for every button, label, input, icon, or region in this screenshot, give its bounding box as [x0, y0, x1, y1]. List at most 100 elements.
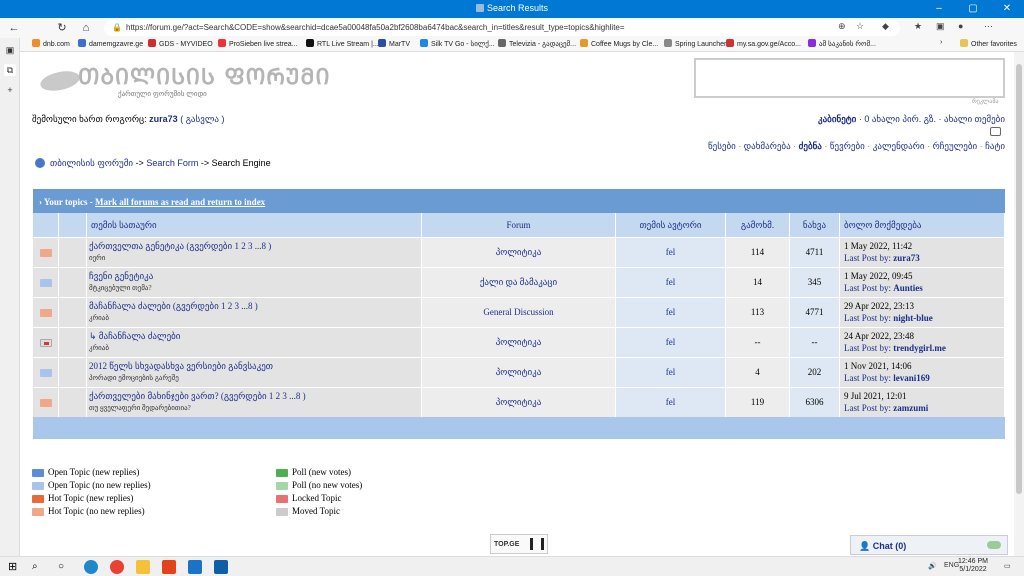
topic-pages[interactable]: (გვერდები 1 2 3 ...8 ): [184, 241, 271, 251]
favorite-star-icon[interactable]: ☆: [856, 21, 864, 32]
topic-starter-link[interactable]: fel: [616, 358, 726, 387]
topic-starter-link[interactable]: fel: [616, 298, 726, 327]
last-poster-link[interactable]: trendygirl.me: [893, 343, 946, 353]
language-indicator[interactable]: ENG: [944, 562, 959, 569]
col-last-action[interactable]: ბოლო მოქმედება: [840, 213, 1005, 237]
chrome-icon[interactable]: [110, 560, 124, 574]
nav-favorites[interactable]: რჩეულები: [933, 141, 978, 151]
speaker-icon[interactable]: 🔊: [928, 562, 937, 570]
collections-icon[interactable]: ▣: [936, 21, 945, 32]
last-poster-link[interactable]: zura73: [893, 253, 920, 263]
topic-forum-link[interactable]: General Discussion: [422, 298, 616, 327]
topic-title-link[interactable]: მაჩანჩალა ძალები: [89, 301, 171, 311]
topic-forum-link[interactable]: ქალი და მამაკაცი: [422, 268, 616, 297]
last-poster-link[interactable]: Aunties: [893, 283, 923, 293]
topic-forum-link[interactable]: პოლიტიკა: [422, 328, 616, 357]
zoom-icon[interactable]: ⊕: [838, 21, 846, 32]
topic-forum-link[interactable]: პოლიტიკა: [422, 358, 616, 387]
mark-all-read-link[interactable]: Mark all forums as read and return to in…: [95, 197, 265, 207]
user-nav-links[interactable]: · 0 ახალი პირ. გზ. · ახალი თემები: [856, 114, 1005, 124]
search-icon[interactable]: ⌕: [32, 560, 46, 574]
favorite-item[interactable]: my.sa.gov.ge/Acco...: [726, 39, 801, 48]
page-scrollbar[interactable]: [1014, 52, 1024, 556]
close-window-button[interactable]: ✕: [990, 0, 1024, 18]
vertical-tab-icon[interactable]: ⧉: [4, 64, 16, 76]
topic-title-link[interactable]: ქართველები მახინჯები ვართ?: [89, 391, 219, 401]
nav-members[interactable]: წევრები: [830, 141, 865, 151]
favorite-item[interactable]: RTL Live Stream |...: [306, 39, 379, 48]
nav-rules[interactable]: წესები: [708, 141, 736, 151]
topic-forum-link[interactable]: პოლიტიკა: [422, 238, 616, 267]
topic-title-link[interactable]: ჩვენი გენეტიკა: [89, 271, 153, 281]
back-arrow-icon[interactable]: ←: [6, 20, 22, 36]
refresh-icon[interactable]: ↻: [54, 20, 70, 36]
topic-pages[interactable]: (გვერდები 1 2 3 ...8 ): [171, 301, 258, 311]
col-forum[interactable]: Forum: [422, 213, 616, 237]
message-icon[interactable]: [990, 127, 1001, 136]
username-link[interactable]: zura73: [149, 114, 178, 124]
favorite-item[interactable]: MarTV: [378, 39, 410, 48]
maximize-button[interactable]: ▢: [956, 0, 990, 18]
mail-icon[interactable]: [188, 560, 202, 574]
favorite-item[interactable]: Televizia - გადაცემ...: [498, 39, 576, 48]
nav-search[interactable]: ძებნა: [799, 141, 822, 151]
favorite-item[interactable]: dnb.com: [32, 39, 70, 48]
col-views[interactable]: ნახვა: [790, 213, 840, 237]
topic-status-cell: [33, 268, 59, 297]
topic-forum-link[interactable]: პოლიტიკა: [422, 388, 616, 417]
favorite-item[interactable]: ამ საკანის რომ...: [808, 39, 876, 48]
topic-pages[interactable]: (გვერდები 1 2 3 ...8 ): [219, 391, 306, 401]
minimize-button[interactable]: –: [922, 0, 956, 18]
chat-widget[interactable]: 👤 Chat (0): [850, 535, 1008, 555]
topic-title-link[interactable]: მაჩანჩალა ძალები: [99, 331, 181, 341]
system-clock[interactable]: 12:46 PM 5/1/2022: [958, 558, 988, 574]
more-menu-icon[interactable]: ⋯: [984, 21, 993, 32]
topic-starter-link[interactable]: fel: [616, 328, 726, 357]
col-replies[interactable]: გამოხმ.: [726, 213, 790, 237]
logout-link[interactable]: ( გასვლა ): [180, 114, 224, 124]
tab-actions-icon[interactable]: ▣: [4, 44, 16, 56]
col-starter[interactable]: თემის ავტორი: [616, 213, 726, 237]
last-poster-link[interactable]: zamzumi: [893, 403, 928, 413]
extension-icon[interactable]: ◆: [882, 21, 889, 32]
favorites-icon[interactable]: ★: [914, 21, 922, 32]
other-favorites[interactable]: Other favorites: [960, 39, 1017, 48]
col-topic-title[interactable]: თემის სათაური: [87, 213, 422, 237]
topic-starter-link[interactable]: fel: [616, 238, 726, 267]
task-view-icon[interactable]: ○: [58, 560, 72, 574]
topic-starter-link[interactable]: fel: [616, 388, 726, 417]
breadcrumb-forum[interactable]: თბილისის ფორუმი: [50, 158, 133, 168]
office-icon[interactable]: [162, 560, 176, 574]
nav-help[interactable]: დახმარება: [744, 141, 791, 151]
notifications-icon[interactable]: ▭: [1004, 562, 1011, 570]
nav-chat[interactable]: ჩატი: [985, 141, 1005, 151]
favorite-item[interactable]: GDS - MYVIDEO: [148, 39, 213, 48]
last-poster-link[interactable]: levani169: [893, 373, 930, 383]
favorite-item[interactable]: Coffee Mugs by Cle...: [580, 39, 658, 48]
store-icon[interactable]: [214, 560, 228, 574]
favorite-item[interactable]: ProSieben live strea...: [218, 39, 297, 48]
forum-logo[interactable]: ᲗᲑᲘᲚᲘᲡᲘᲡ ᲤᲝᲠᲣᲛᲘ ქართული ფორუმის ლიდი: [38, 60, 330, 102]
topic-title-link[interactable]: ქართველთა გენეტიკა: [89, 241, 184, 251]
ad-banner[interactable]: [694, 58, 1005, 98]
scrollbar-thumb[interactable]: [1016, 64, 1022, 494]
account-avatar-icon[interactable]: ●: [958, 21, 963, 31]
favorite-item[interactable]: Spring Launcher: [664, 39, 726, 48]
edge-icon[interactable]: [84, 560, 98, 574]
favorite-item[interactable]: Silk TV Go - სილქ...: [420, 39, 495, 48]
favorite-item[interactable]: damemgzavre.ge: [78, 39, 143, 48]
cabinet-link[interactable]: კაბინეტი: [818, 114, 856, 124]
breadcrumb-search-form[interactable]: Search Form: [146, 158, 198, 168]
chevron-right-icon[interactable]: ›: [940, 39, 942, 46]
last-poster-link[interactable]: night-blue: [893, 313, 933, 323]
address-bar[interactable]: 🔒 https://forum.ge/?act=Search&CODE=show…: [104, 20, 900, 36]
new-tab-plus-icon[interactable]: +: [4, 84, 16, 96]
topic-starter-link[interactable]: fel: [616, 268, 726, 297]
topge-counter[interactable]: TOP.GE: [490, 534, 548, 554]
chat-toggle[interactable]: [987, 541, 1001, 549]
nav-calendar[interactable]: კალენდარი: [873, 141, 925, 151]
windows-start-icon[interactable]: ⊞: [8, 560, 22, 574]
topic-title-link[interactable]: 2012 წელს სხვადასხვა ვერსიები განვსაკეთ: [89, 361, 273, 371]
home-icon[interactable]: ⌂: [78, 20, 94, 36]
file-explorer-icon[interactable]: [136, 560, 150, 574]
